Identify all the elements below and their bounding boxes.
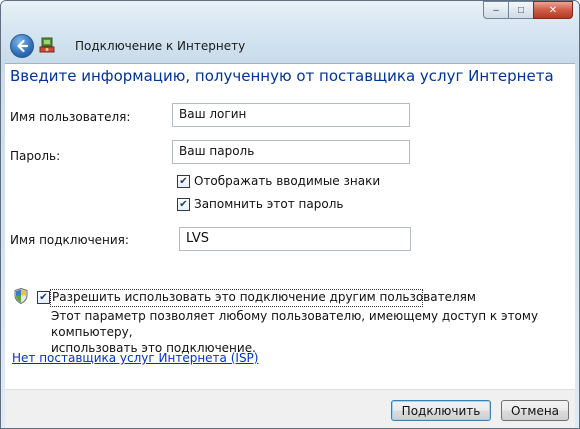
connect-button[interactable]: Подключить: [391, 400, 491, 421]
allow-other-users-checkbox[interactable]: ✔: [37, 291, 50, 304]
remember-password-checkbox[interactable]: ✔: [177, 198, 190, 211]
window-title: Подключение к Интернету: [75, 39, 246, 53]
cancel-button[interactable]: Отмена: [501, 400, 569, 421]
allow-other-users-label[interactable]: Разрешить использовать это подключение д…: [52, 290, 476, 304]
window-frame-right: [575, 63, 579, 428]
password-input[interactable]: Ваш пароль: [172, 140, 410, 164]
connect-to-internet-window: – □ ✕ Подключение к Интернету Введите ин…: [0, 0, 580, 429]
back-button[interactable]: [10, 34, 34, 58]
password-label: Пароль:: [10, 149, 61, 163]
no-isp-link[interactable]: Нет поставщика услуг Интернета (ISP): [12, 351, 258, 365]
allow-other-users-description: Этот параметр позволяет любому пользоват…: [51, 308, 561, 356]
maximize-button[interactable]: □: [508, 1, 534, 19]
username-label: Имя пользователя:: [10, 110, 131, 124]
connection-name-label: Имя подключения:: [10, 233, 129, 247]
uac-shield-icon: [14, 288, 28, 304]
network-connection-icon: [39, 37, 55, 53]
show-characters-label[interactable]: Отображать вводимые знаки: [194, 174, 380, 188]
checkmark-icon: ✔: [179, 175, 188, 187]
connection-name-input[interactable]: LVS: [179, 227, 411, 251]
page-heading: Введите информацию, полученную от постав…: [10, 67, 554, 85]
description-line: Этот параметр позволяет любому пользоват…: [51, 309, 539, 339]
remember-password-label[interactable]: Запомнить этот пароль: [194, 197, 343, 211]
checkmark-icon: ✔: [39, 291, 48, 303]
dialog-footer: Подключить Отмена: [5, 389, 575, 428]
close-button[interactable]: ✕: [533, 1, 573, 19]
username-input[interactable]: Ваш логин: [172, 103, 410, 127]
checkmark-icon: ✔: [179, 198, 188, 210]
back-arrow-icon: [17, 39, 29, 53]
dialog-content: Введите информацию, полученную от постав…: [5, 64, 575, 384]
title-bar: – □ ✕ Подключение к Интернету: [1, 1, 579, 64]
show-characters-checkbox[interactable]: ✔: [177, 175, 190, 188]
minimize-button[interactable]: –: [483, 1, 509, 19]
window-controls: – □ ✕: [483, 1, 573, 19]
